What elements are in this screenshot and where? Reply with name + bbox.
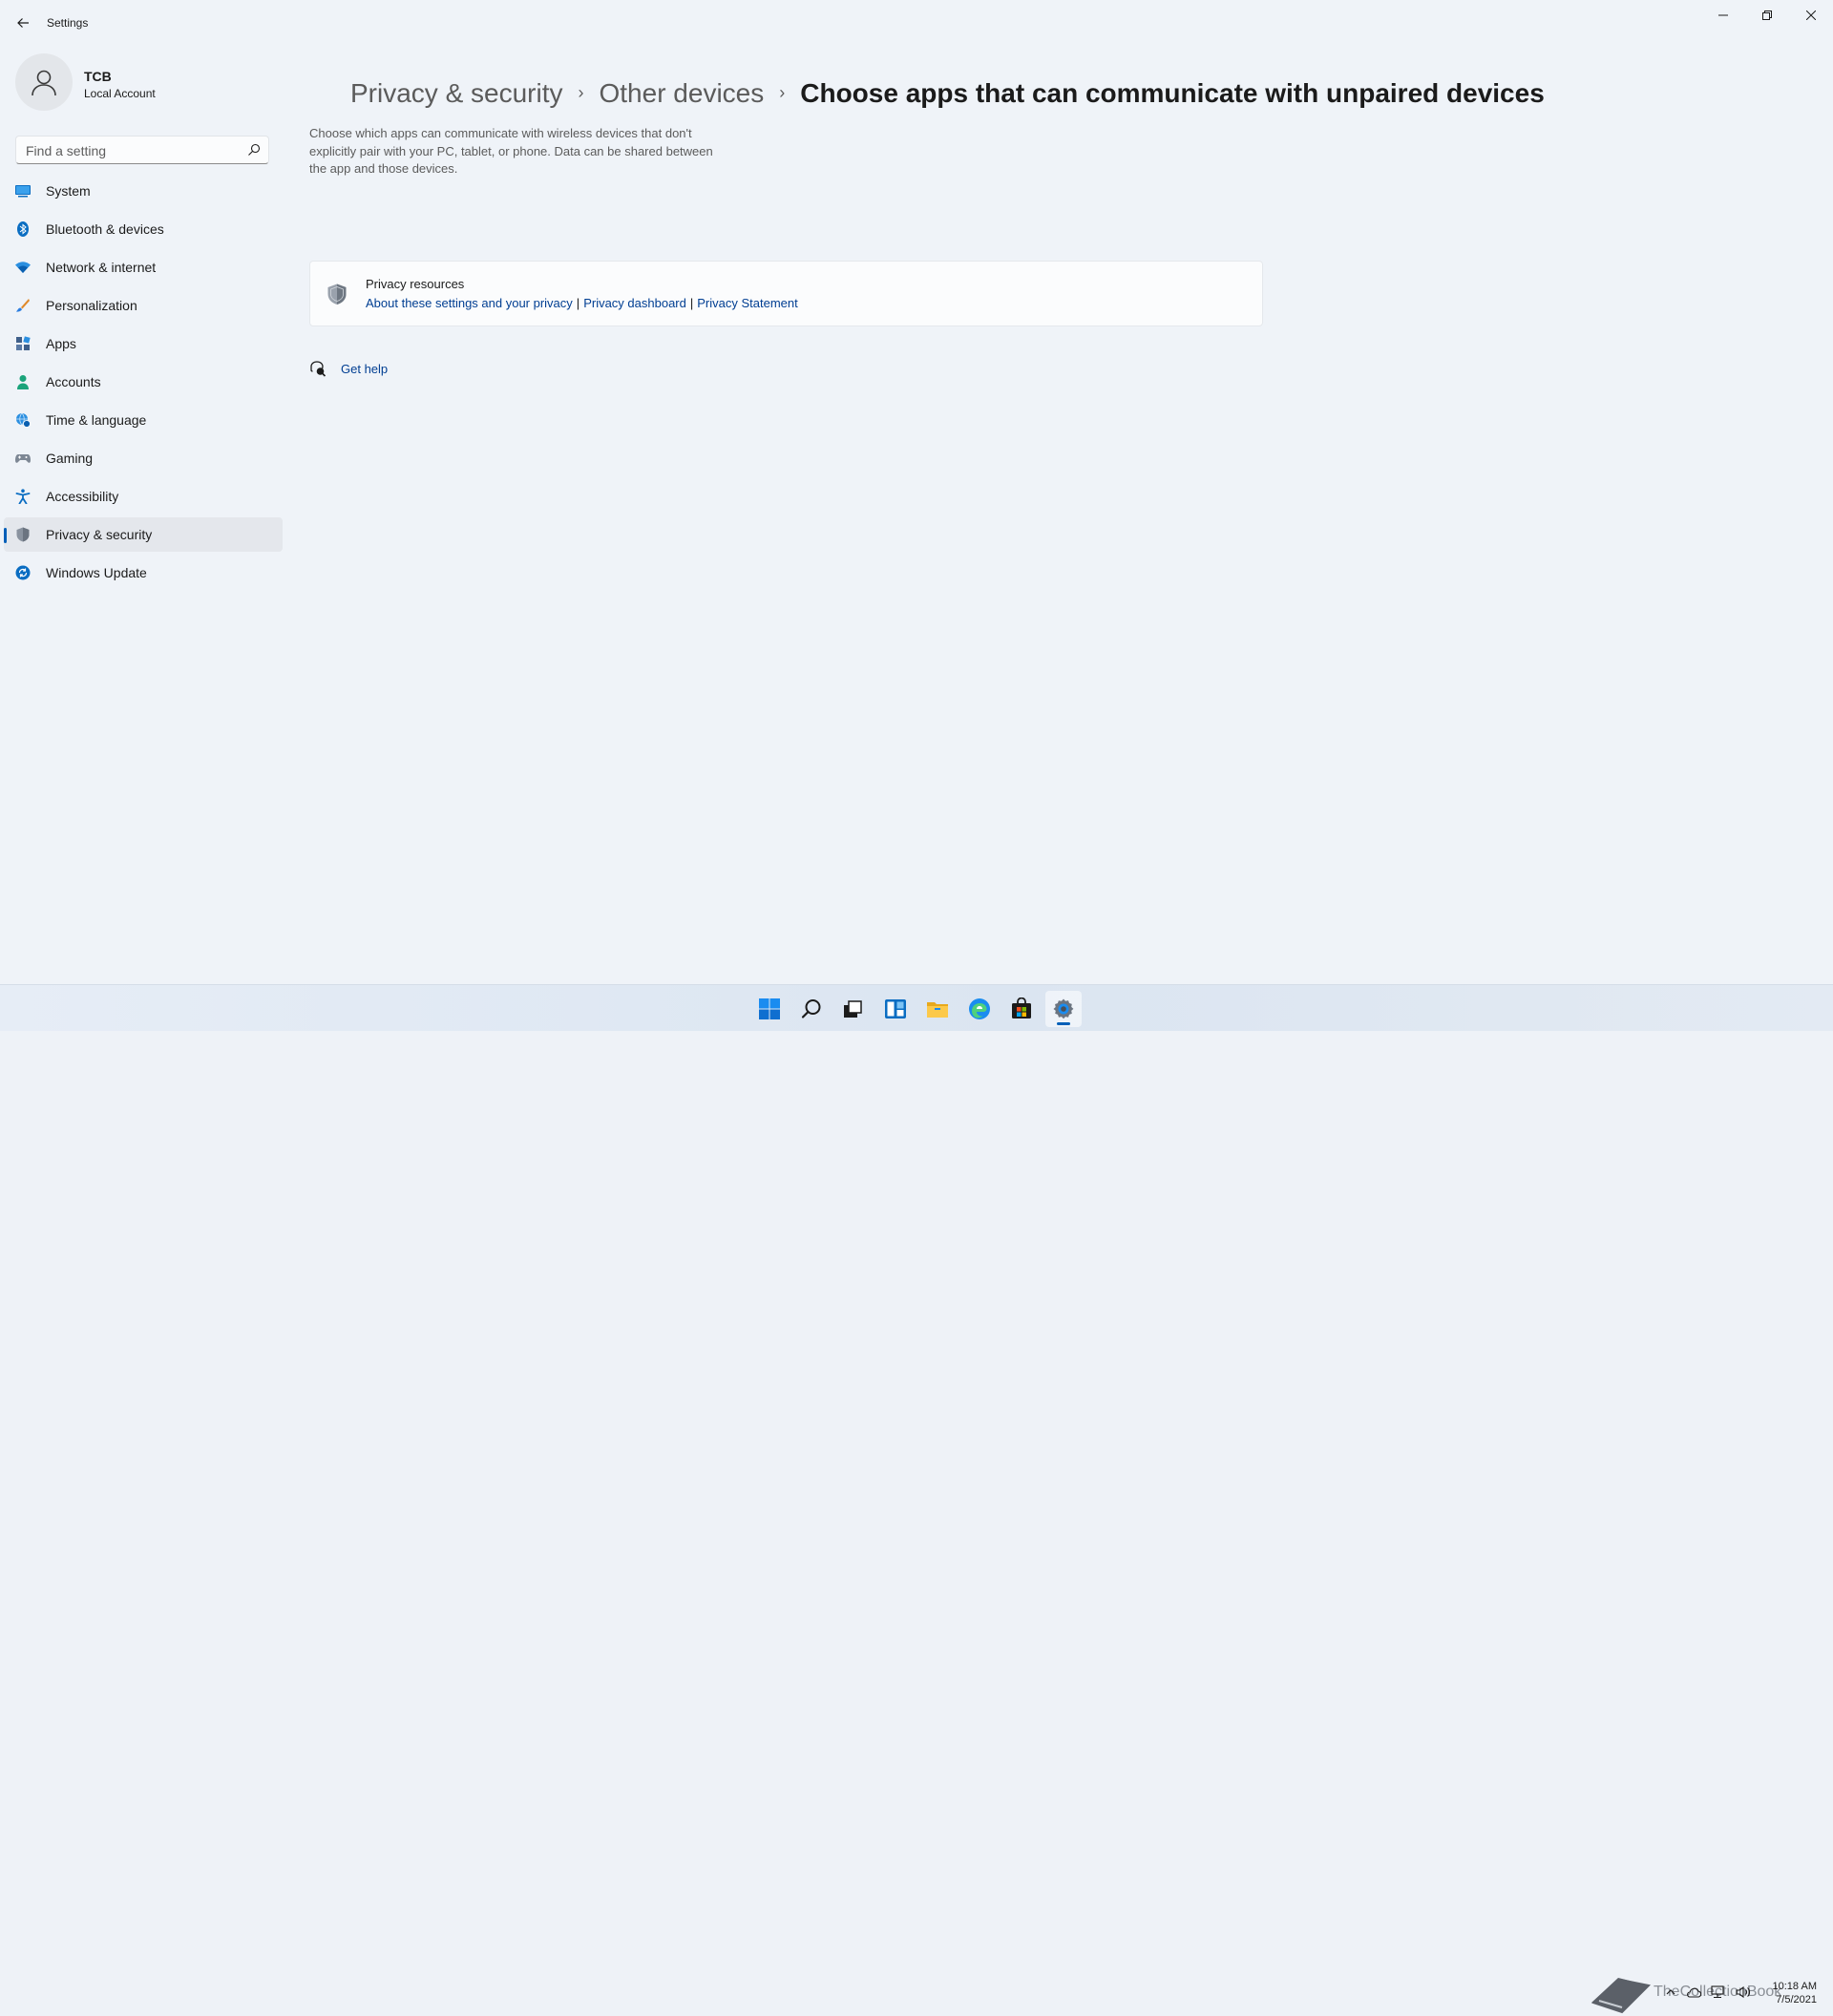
back-arrow-icon bbox=[17, 18, 29, 28]
task-view-icon bbox=[844, 1000, 862, 1018]
tray-volume[interactable] bbox=[1736, 1984, 1751, 2000]
search-box[interactable] bbox=[15, 136, 269, 165]
privacy-dashboard-link[interactable]: Privacy dashboard bbox=[583, 296, 686, 310]
link-separator: | bbox=[689, 296, 694, 310]
link-separator: | bbox=[576, 296, 580, 310]
account-type: Local Account bbox=[84, 87, 156, 100]
tray-overflow-button[interactable] bbox=[1663, 1984, 1678, 2000]
network-icon bbox=[1711, 1985, 1724, 1999]
taskbar-edge-button[interactable] bbox=[961, 991, 998, 1027]
globe-clock-icon bbox=[15, 412, 31, 428]
taskbar-start-button[interactable] bbox=[751, 991, 788, 1027]
taskbar-clock[interactable]: 10:18 AM 7/5/2021 bbox=[1759, 1980, 1817, 2006]
sidebar-item-time-language[interactable]: Time & language bbox=[4, 403, 283, 437]
store-icon bbox=[1012, 998, 1031, 1018]
sidebar-nav: System Bluetooth & devices Network & int… bbox=[4, 174, 283, 594]
monitor-icon bbox=[15, 183, 31, 199]
breadcrumb-privacy-security[interactable]: Privacy & security bbox=[350, 78, 563, 109]
sidebar-item-system[interactable]: System bbox=[4, 174, 283, 208]
back-button[interactable] bbox=[11, 11, 34, 34]
breadcrumb-other-devices[interactable]: Other devices bbox=[600, 78, 765, 109]
breadcrumb-separator: › bbox=[578, 82, 584, 102]
sidebar-item-bluetooth[interactable]: Bluetooth & devices bbox=[4, 212, 283, 246]
privacy-statement-link[interactable]: Privacy Statement bbox=[697, 296, 798, 310]
breadcrumb-separator: › bbox=[779, 82, 786, 102]
user-name: TCB bbox=[84, 69, 112, 84]
restore-icon bbox=[1762, 10, 1772, 20]
settings-window: Settings TCB Local Account System Blueto… bbox=[0, 0, 1833, 984]
tray-onedrive[interactable] bbox=[1686, 1984, 1701, 2000]
edge-icon bbox=[969, 998, 990, 1019]
gamepad-icon bbox=[15, 451, 31, 466]
clock-time: 10:18 AM bbox=[1772, 1981, 1817, 1992]
sidebar-item-privacy-security[interactable]: Privacy & security bbox=[4, 517, 283, 552]
privacy-resources-title: Privacy resources bbox=[366, 277, 465, 291]
sidebar-item-label: System bbox=[46, 183, 91, 199]
title-bar: Settings bbox=[0, 0, 1833, 46]
sidebar-item-label: Accessibility bbox=[46, 489, 119, 504]
search-icon bbox=[801, 999, 821, 1018]
taskbar-task-view-button[interactable] bbox=[834, 991, 871, 1027]
minimize-button[interactable] bbox=[1701, 0, 1745, 31]
sidebar-item-personalization[interactable]: Personalization bbox=[4, 288, 283, 323]
page-title: Choose apps that can communicate with un… bbox=[800, 78, 1545, 108]
privacy-resources-links: About these settings and your privacy | Pr… bbox=[366, 296, 798, 310]
taskbar-settings-button[interactable] bbox=[1045, 991, 1082, 1027]
clock-date: 7/5/2021 bbox=[1776, 1994, 1817, 2006]
apps-icon bbox=[15, 336, 31, 351]
brush-icon bbox=[15, 298, 31, 313]
taskbar-file-explorer-button[interactable] bbox=[919, 991, 956, 1027]
taskbar-store-button[interactable] bbox=[1003, 991, 1040, 1027]
get-help-label: Get help bbox=[341, 361, 389, 376]
sidebar-item-label: Network & internet bbox=[46, 260, 157, 275]
sidebar-item-accessibility[interactable]: Accessibility bbox=[4, 479, 283, 514]
accessibility-icon bbox=[15, 489, 31, 504]
sidebar-item-label: Accounts bbox=[46, 374, 101, 389]
sidebar-item-label: Apps bbox=[46, 336, 76, 351]
sidebar-item-accounts[interactable]: Accounts bbox=[4, 365, 283, 399]
breadcrumb: Privacy & security › Other devices › Cho… bbox=[350, 74, 1545, 113]
cloud-icon bbox=[1687, 1987, 1701, 1998]
restore-button[interactable] bbox=[1745, 0, 1789, 31]
sidebar-item-label: Privacy & security bbox=[46, 527, 153, 542]
close-icon bbox=[1806, 10, 1816, 20]
update-icon bbox=[15, 565, 31, 580]
get-help-icon bbox=[310, 361, 327, 377]
sidebar-item-windows-update[interactable]: Windows Update bbox=[4, 556, 283, 590]
file-explorer-icon bbox=[927, 1002, 948, 1018]
sidebar-item-label: Personalization bbox=[46, 298, 137, 313]
tray-network[interactable] bbox=[1711, 1984, 1726, 2000]
settings-icon bbox=[1053, 998, 1074, 1019]
taskbar-search-button[interactable] bbox=[793, 991, 830, 1027]
privacy-resources-card: Privacy resources About these settings a… bbox=[309, 261, 1263, 326]
taskbar-widgets-button[interactable] bbox=[877, 991, 914, 1027]
sidebar-item-network[interactable]: Network & internet bbox=[4, 250, 283, 284]
minimize-icon bbox=[1718, 14, 1728, 16]
sidebar-item-label: Gaming bbox=[46, 451, 94, 466]
sidebar-item-gaming[interactable]: Gaming bbox=[4, 441, 283, 475]
about-settings-privacy-link[interactable]: About these settings and your privacy bbox=[366, 296, 573, 310]
bluetooth-icon bbox=[15, 221, 31, 237]
person-icon bbox=[15, 374, 31, 389]
sidebar-item-label: Time & language bbox=[46, 412, 147, 428]
app-title: Settings bbox=[47, 16, 89, 30]
sidebar-item-label: Windows Update bbox=[46, 565, 147, 580]
widgets-icon bbox=[885, 999, 906, 1018]
page-description: Choose which apps can communicate with w… bbox=[309, 126, 713, 176]
search-input[interactable] bbox=[16, 136, 247, 165]
get-help-link[interactable]: Get help bbox=[309, 359, 388, 378]
wifi-icon bbox=[15, 260, 31, 275]
person-icon bbox=[32, 70, 56, 96]
taskbar: TheCollectionBook 10:18 AM 7/5/2021 bbox=[0, 984, 1833, 2014]
start-icon bbox=[759, 998, 780, 1019]
search-icon[interactable] bbox=[247, 143, 261, 157]
chevron-up-icon bbox=[1666, 1989, 1675, 1995]
shield-icon bbox=[15, 527, 31, 542]
sidebar-item-apps[interactable]: Apps bbox=[4, 326, 283, 361]
shield-icon bbox=[327, 284, 347, 304]
speaker-icon bbox=[1736, 1985, 1750, 1999]
sidebar-item-label: Bluetooth & devices bbox=[46, 221, 164, 237]
close-button[interactable] bbox=[1789, 0, 1833, 31]
avatar[interactable] bbox=[15, 53, 73, 111]
